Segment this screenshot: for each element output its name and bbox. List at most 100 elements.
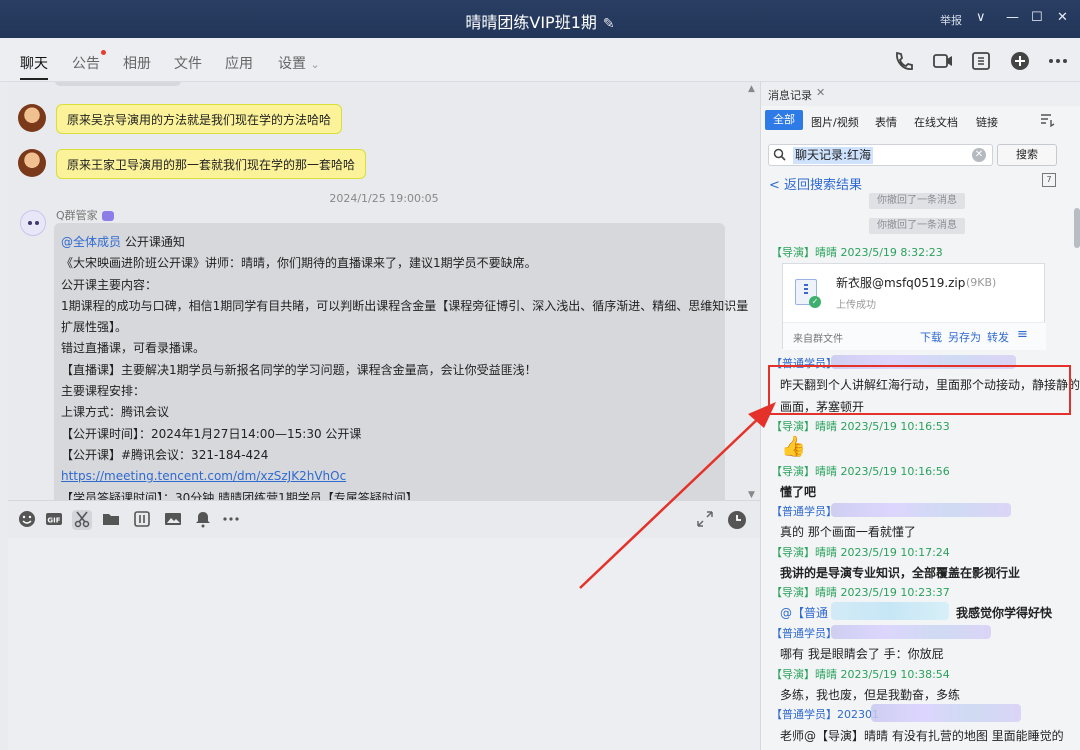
- music-icon[interactable]: [132, 510, 152, 530]
- history-tab-title[interactable]: 消息记录: [768, 87, 812, 103]
- truncated-message: [55, 82, 181, 86]
- announcement-line: 主要课程安排：: [61, 384, 146, 399]
- mention-all[interactable]: @全体成员: [61, 235, 121, 249]
- tab-apps[interactable]: 应用: [225, 53, 253, 73]
- sender-line: 【普通学员】: [771, 627, 837, 640]
- tab-announcement[interactable]: 公告: [72, 50, 106, 73]
- gif-icon[interactable]: GIF: [44, 510, 64, 530]
- history-search-input[interactable]: 聊天记录:红海 ✕: [768, 144, 993, 166]
- title-bar: 晴晴团练VIP班1期 ✎ 举报 ∨ — ☐ ✕: [0, 0, 1080, 38]
- announcement-line: 1期课程的成功与口碑，相信1期同学有目共睹，可以判断出课程含金量【课程旁征博引、…: [61, 298, 749, 313]
- message-text: 老师@【导演】晴晴 有没有扎营的地图 里面能睡觉的: [780, 729, 1064, 743]
- avatar[interactable]: [18, 104, 46, 132]
- tab-settings[interactable]: 设置 ⌄: [278, 53, 320, 73]
- search-query: 聊天记录:红海: [793, 147, 874, 164]
- chat-history[interactable]: ▲ 原来吴京导演用的方法就是我们现在学的方法哈哈 原来王家卫导演用的那一套就我们…: [8, 82, 760, 500]
- download-link[interactable]: 下载: [920, 329, 942, 345]
- filter-online-docs[interactable]: 在线文档: [914, 114, 958, 130]
- announcement-line: 【公开课时间】：2024年1月27日14:00—15:30 公开课: [61, 426, 362, 441]
- bell-icon[interactable]: [193, 510, 213, 530]
- unread-dot: [101, 50, 106, 55]
- history-scrollbar[interactable]: [1074, 208, 1080, 748]
- blurred-name: [871, 704, 1021, 722]
- filter-images-videos[interactable]: 图片/视频: [811, 114, 859, 130]
- tab-chat[interactable]: 聊天: [20, 53, 48, 80]
- search-icon: [773, 148, 786, 164]
- blurred-name: [831, 625, 991, 639]
- announcement-line: 【公开课】#腾讯会议：321-184-424: [61, 447, 269, 462]
- sender-line: 【导演】晴晴 2023/5/19 8:32:23: [771, 246, 943, 259]
- announcement-line: 【学员答疑课时间】：30分钟 晴晴团练营1期学员【专属答疑时间】: [61, 490, 418, 500]
- bot-avatar[interactable]: [20, 210, 46, 236]
- dropdown-icon[interactable]: ∨: [976, 10, 986, 25]
- lesson-icon[interactable]: [970, 50, 992, 72]
- message-text: 多练，我也废，但是我勤奋，多练: [780, 688, 961, 702]
- filter-settings-icon[interactable]: [1040, 112, 1056, 131]
- input-toolbar: GIF: [8, 500, 760, 538]
- sender-line: 【导演】晴晴 2023/5/19 10:16:53: [771, 420, 950, 433]
- meeting-link-row: https://meeting.tencent.com/dm/xzSzJK2hV…: [61, 466, 718, 487]
- scrollbar-thumb[interactable]: [1074, 208, 1080, 248]
- file-size: (9KB): [966, 276, 997, 289]
- close-button[interactable]: ✕: [1057, 10, 1068, 25]
- timestamp: 2024/1/25 19:00:05: [329, 192, 439, 205]
- more-tools-icon[interactable]: [221, 510, 241, 530]
- folder-icon[interactable]: [101, 510, 121, 530]
- tab-files[interactable]: 文件: [174, 53, 202, 73]
- filter-all[interactable]: 全部: [765, 110, 803, 130]
- scroll-down-icon[interactable]: ▼: [748, 490, 755, 500]
- avatar[interactable]: [18, 149, 46, 177]
- thumbs-up-sticker: 👍: [781, 434, 806, 458]
- announcement-bubble[interactable]: @全体成员 公开课通知 《大宋映画进阶班公开课》讲师：晴晴，你们期待的直播课来了…: [54, 223, 749, 500]
- tab-bar: 聊天 公告 相册 文件 应用 设置 ⌄: [0, 38, 1080, 82]
- history-tab-header: 消息记录 ✕: [761, 82, 1080, 106]
- chevron-down-icon: ⌄: [310, 58, 320, 71]
- message-text: 我讲的是导演专业知识，全部覆盖在影视行业: [780, 566, 1021, 580]
- recalled-notice: 你撤回了一条消息: [869, 218, 965, 234]
- message-text: 哪有 我是眼睛会了 手：你放屁: [780, 647, 944, 661]
- tab-album[interactable]: 相册: [123, 53, 151, 73]
- recalled-notice: 你撤回了一条消息: [869, 193, 965, 209]
- more-icon[interactable]: [1047, 50, 1069, 72]
- maximize-button[interactable]: ☐: [1031, 10, 1043, 25]
- edit-icon[interactable]: ✎: [603, 16, 615, 32]
- report-button[interactable]: 举报: [940, 12, 962, 28]
- add-icon[interactable]: [1009, 50, 1031, 72]
- expand-icon[interactable]: [695, 510, 715, 530]
- image-icon[interactable]: [163, 510, 183, 530]
- bot-badge-icon: [101, 211, 114, 221]
- announcement-line: 错过直播课，可看录播课。: [61, 341, 206, 356]
- filter-links[interactable]: 链接: [976, 114, 998, 130]
- scroll-up-icon[interactable]: ▲: [748, 84, 755, 94]
- message-bubble[interactable]: 原来王家卫导演用的那一套就我们现在学的那一套哈哈: [56, 149, 367, 179]
- menu-icon[interactable]: ≡: [1017, 327, 1028, 342]
- back-to-results-link[interactable]: < 返回搜索结果: [769, 174, 862, 193]
- filter-stickers[interactable]: 表情: [875, 114, 897, 130]
- video-call-icon[interactable]: [932, 50, 954, 72]
- meeting-link[interactable]: https://meeting.tencent.com/dm/xzSzJK2hV…: [61, 469, 346, 483]
- sender-line: 【普通学员】202301: [771, 708, 879, 721]
- history-clock-icon[interactable]: [727, 510, 747, 530]
- forward-link[interactable]: 转发: [987, 329, 1009, 345]
- phone-icon[interactable]: [892, 50, 914, 72]
- blurred-name: [831, 602, 949, 620]
- search-button[interactable]: 搜索: [997, 144, 1057, 166]
- calendar-icon[interactable]: 7: [1042, 173, 1056, 187]
- file-card[interactable]: ✓ 新衣服@msfq0519.zip (9KB) 上传成功 来自群文件 下载 另…: [782, 263, 1046, 350]
- tab-announcement-label: 公告: [72, 56, 100, 72]
- file-source: 来自群文件: [793, 334, 843, 345]
- emoji-icon[interactable]: [17, 510, 37, 530]
- message-bubble[interactable]: 原来吴京导演用的方法就是我们现在学的方法哈哈: [56, 104, 343, 134]
- message-input[interactable]: [8, 538, 760, 750]
- sender-name: Q群管家: [56, 207, 114, 223]
- message-history-panel: 消息记录 ✕ 全部 图片/视频 表情 在线文档 链接 聊天记录:红海 ✕ 搜索 …: [760, 82, 1080, 750]
- message-text: 我感觉你学得好快: [956, 606, 1053, 620]
- announcement-line: 扩展性强】。: [61, 320, 128, 335]
- clear-search-icon[interactable]: ✕: [972, 148, 986, 162]
- save-as-link[interactable]: 另存为: [948, 329, 981, 345]
- group-name: 晴晴团练VIP班1期: [465, 13, 597, 32]
- screenshot-scissors-icon[interactable]: [72, 510, 92, 530]
- minimize-button[interactable]: —: [1006, 10, 1019, 25]
- tab-settings-label: 设置: [278, 56, 306, 72]
- close-icon[interactable]: ✕: [816, 86, 825, 99]
